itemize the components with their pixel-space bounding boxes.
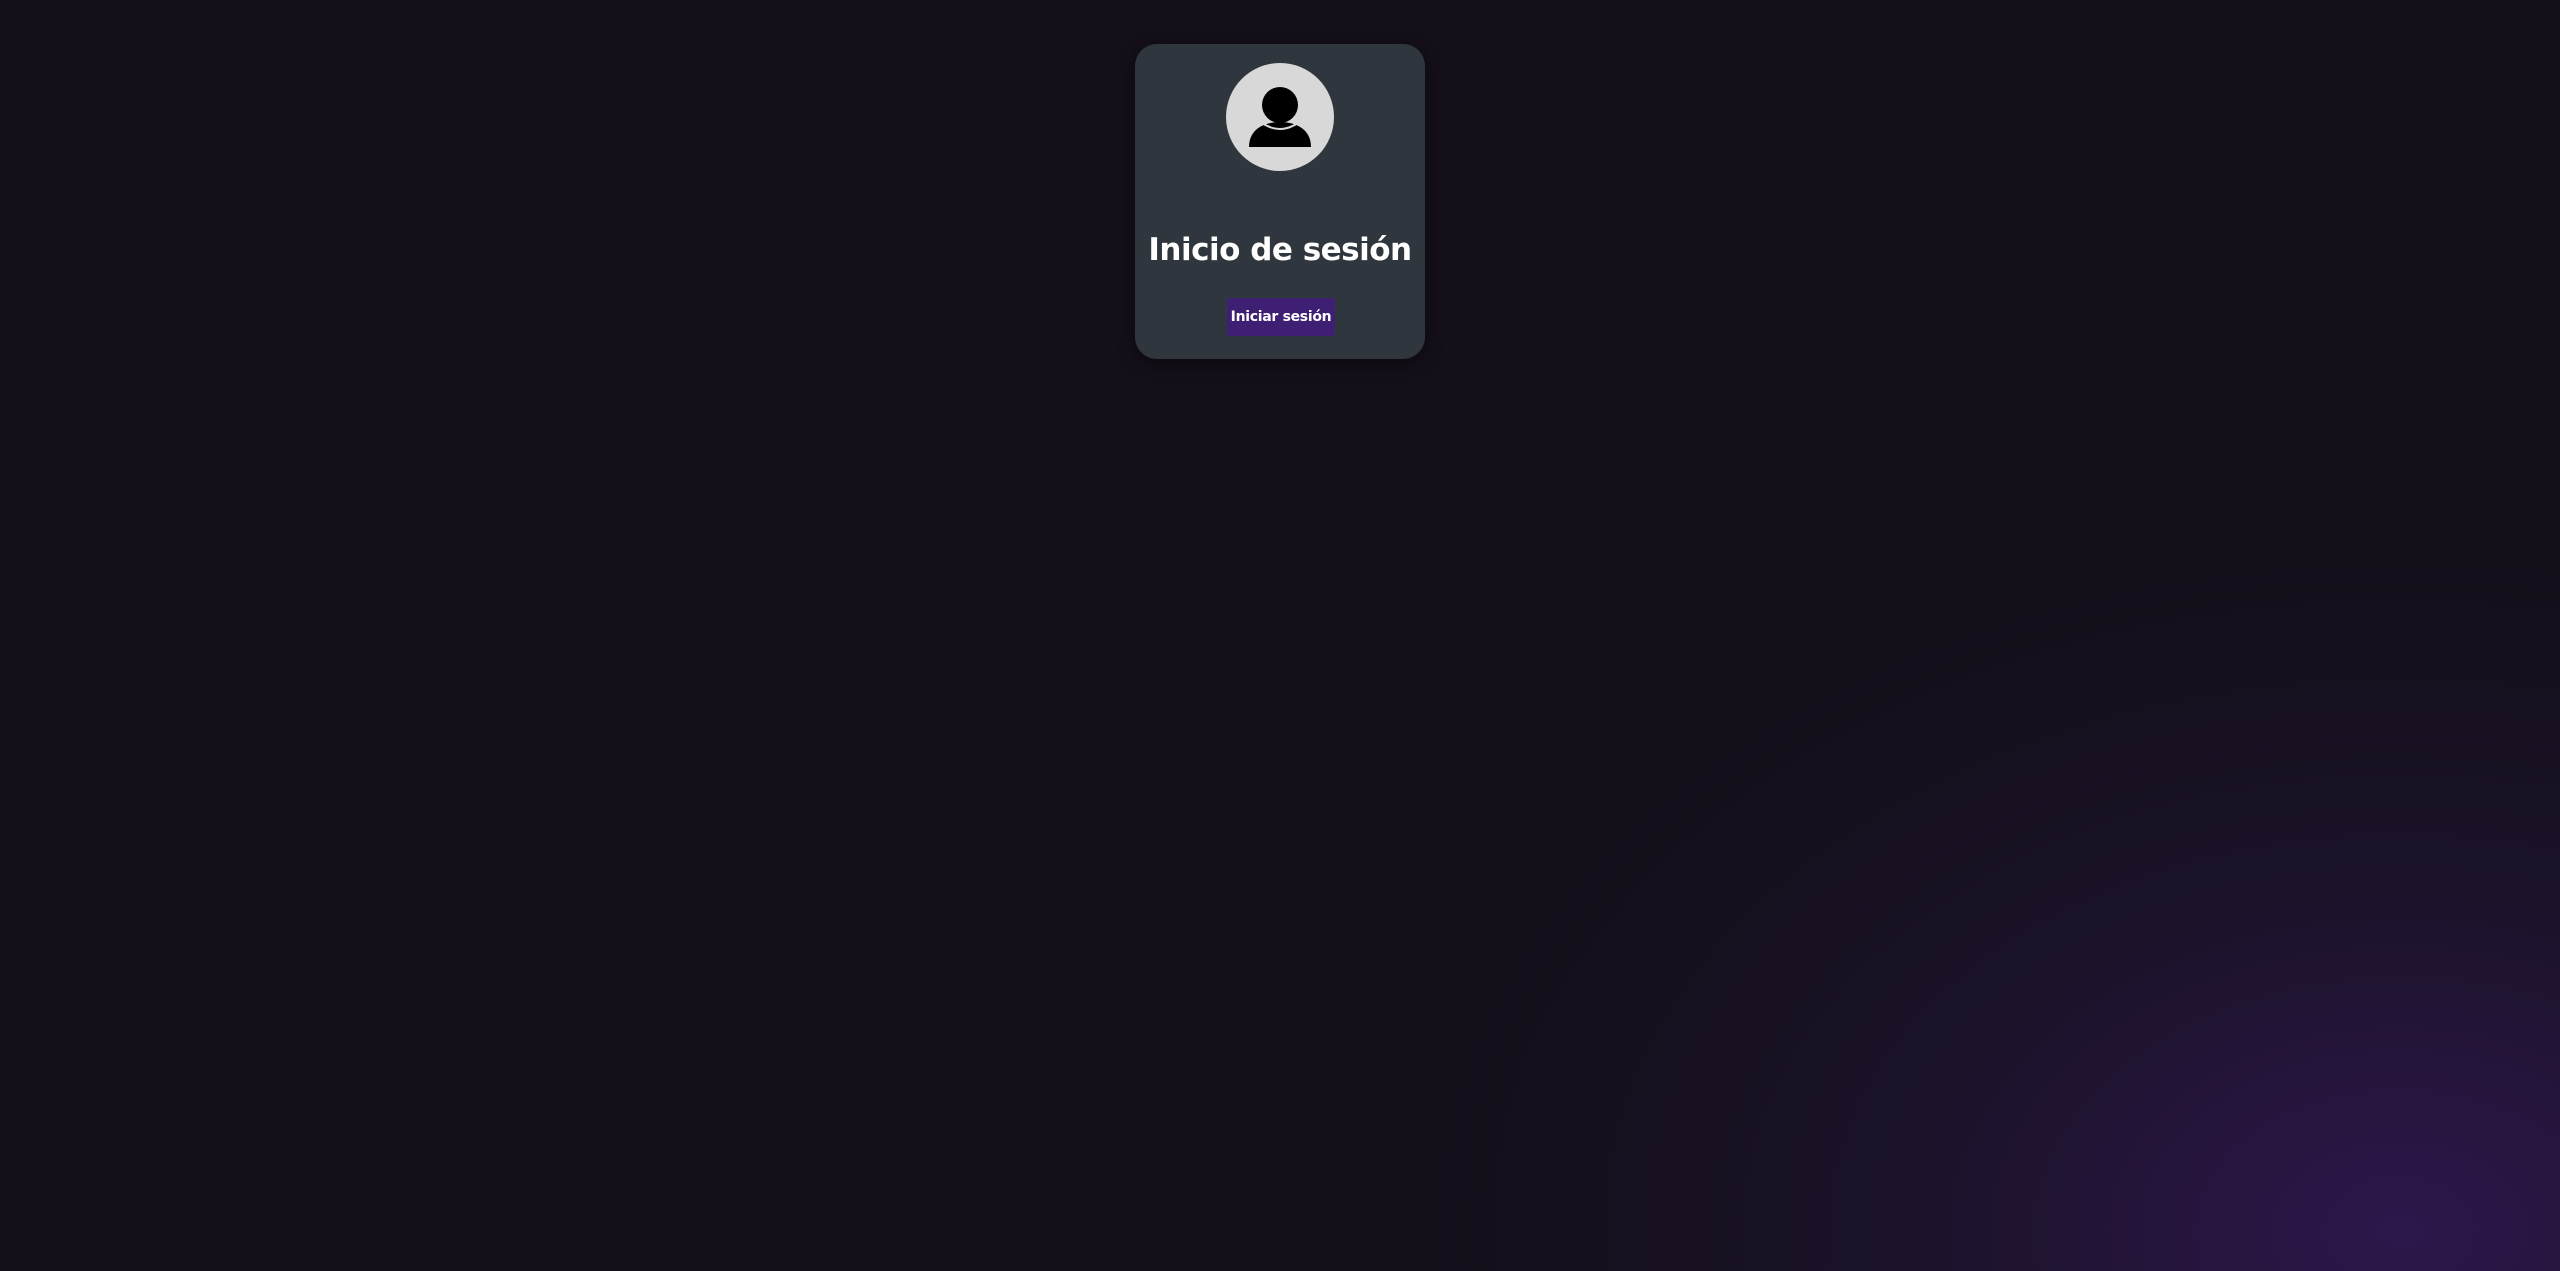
- page-title: Inicio de sesión: [1148, 232, 1412, 268]
- login-button[interactable]: Iniciar sesión: [1227, 298, 1335, 336]
- avatar: [1226, 63, 1334, 171]
- login-card: Inicio de sesión Iniciar sesión: [1135, 44, 1425, 359]
- user-icon: [1249, 87, 1311, 147]
